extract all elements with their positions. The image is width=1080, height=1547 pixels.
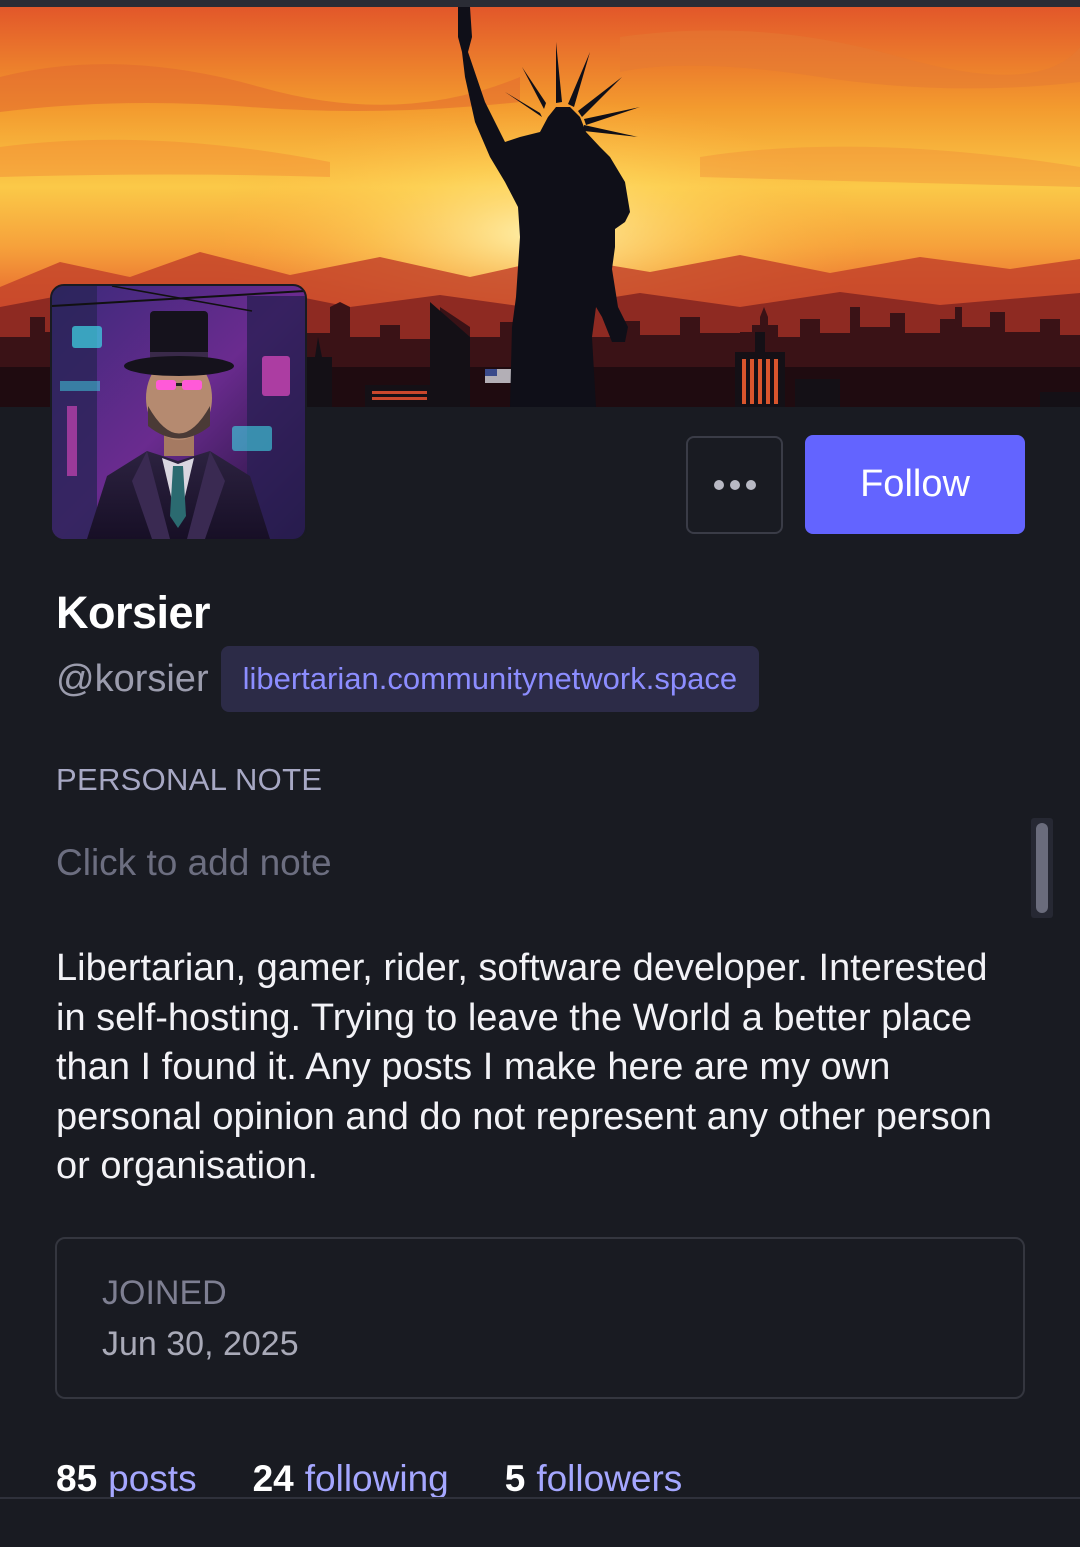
followers-count: 5: [504, 1458, 526, 1499]
profile-stats: 85 posts 24 following 5 followers: [56, 1458, 682, 1500]
followers-count-link[interactable]: 5 followers: [505, 1458, 683, 1500]
following-count: 24: [252, 1458, 294, 1499]
top-bar: [0, 0, 1080, 7]
personal-note-heading: PERSONAL NOTE: [56, 762, 323, 797]
posts-count-link[interactable]: 85 posts: [56, 1458, 197, 1500]
note-scrollbar[interactable]: [1031, 818, 1053, 918]
follow-button[interactable]: Follow: [805, 435, 1025, 534]
display-name: Korsier: [56, 587, 211, 638]
personal-note-input[interactable]: Click to add note: [56, 842, 1016, 894]
note-scrollbar-thumb[interactable]: [1036, 823, 1048, 913]
account-handle-row: @korsier libertarian.communitynetwork.sp…: [56, 646, 760, 712]
joined-date: Jun 30, 2025: [102, 1325, 299, 1363]
posts-label: posts: [108, 1458, 197, 1499]
joined-card: JOINED Jun 30, 2025: [55, 1237, 1025, 1399]
posts-count: 85: [56, 1458, 98, 1499]
following-count-link[interactable]: 24 following: [253, 1458, 449, 1500]
followers-label: followers: [536, 1458, 683, 1499]
joined-label: JOINED: [102, 1274, 227, 1312]
account-handle: @korsier: [56, 657, 209, 700]
more-options-button[interactable]: [686, 436, 783, 534]
profile-page: Follow Korsier @korsier libertarian.comm…: [0, 0, 1080, 1547]
ellipsis-icon: [713, 480, 756, 490]
following-label: following: [304, 1458, 449, 1499]
profile-avatar[interactable]: [50, 284, 307, 541]
server-domain-badge[interactable]: libertarian.communitynetwork.space: [220, 646, 760, 712]
tab-bar-area: [0, 1499, 1080, 1547]
profile-bio: Libertarian, gamer, rider, software deve…: [56, 947, 992, 1187]
